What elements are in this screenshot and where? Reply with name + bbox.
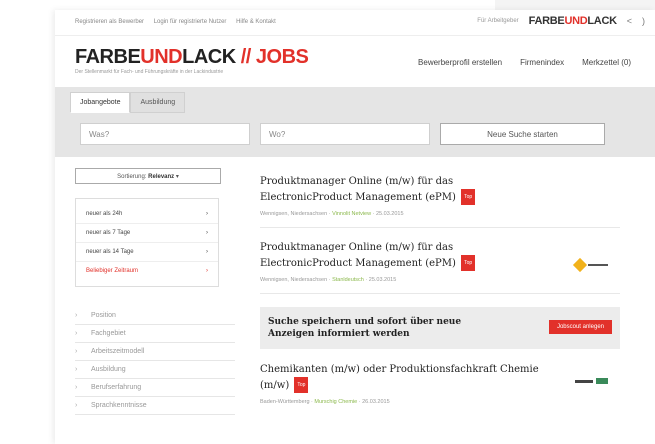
job-title[interactable]: Produktmanager Online (m/w) für das Elec… (260, 175, 510, 205)
tab-jobangebote[interactable]: Jobangebote (70, 92, 131, 113)
facet-berufserfahrung[interactable]: › Berufserfahrung (75, 379, 235, 397)
facet-sprachkenntnisse[interactable]: › Sprachkenntnisse (75, 397, 235, 415)
chevron-right-icon: › (75, 366, 78, 373)
chevron-right-icon: › (75, 312, 78, 319)
top-badge: Top (461, 189, 476, 205)
job-listing[interactable]: Produktmanager Online (m/w) für das Elec… (260, 241, 620, 294)
save-search-text: Suche speichern und sofort über neue Anz… (268, 317, 462, 339)
employers-link[interactable]: Für Arbeitgeber (477, 18, 518, 24)
nav-company-index[interactable]: Firmenindex (520, 58, 564, 67)
top-badge: Top (461, 255, 476, 271)
facet-position[interactable]: › Position (75, 307, 235, 325)
site-logo[interactable]: FARBEUNDLACK // JOBS (75, 46, 309, 69)
save-search-banner: Suche speichern und sofort über neue Anz… (260, 307, 620, 349)
sort-dropdown[interactable]: Sortierung: Relevanz ▾ (75, 168, 221, 184)
chevron-right-icon: › (75, 348, 78, 355)
company-logo (567, 373, 615, 389)
filter-24h[interactable]: neuer als 24h › (76, 205, 218, 224)
where-input[interactable]: Wo? (260, 123, 430, 145)
chevron-right-icon: › (206, 230, 208, 236)
top-links: Registrieren als Bewerber Login für regi… (75, 19, 284, 25)
top-right: Für Arbeitgeber FARBEUNDLACK < ) (477, 15, 645, 27)
search-band: Jobangebote Ausbildung Was? Wo? Neue Suc… (55, 87, 655, 157)
company-logo (567, 257, 615, 273)
search-tabs: Jobangebote Ausbildung (70, 92, 186, 113)
job-title[interactable]: Produktmanager Online (m/w) für das Elec… (260, 241, 510, 271)
chevron-down-icon: ▾ (175, 174, 179, 180)
results-list: Produktmanager Online (m/w) für das Elec… (260, 175, 620, 428)
sidebar: Sortierung: Relevanz ▾ neuer als 24h › ne… (75, 168, 235, 415)
job-listing[interactable]: Chemikanten (m/w) oder Produktionsfachkr… (260, 363, 620, 415)
login-link[interactable]: Login für registrierte Nutzer (154, 19, 227, 25)
tab-ausbildung[interactable]: Ausbildung (130, 92, 186, 113)
site-tagline: Der Stellenmarkt für Fach- und Führungsk… (75, 69, 224, 75)
top-bar: Registrieren als Bewerber Login für regi… (55, 10, 655, 36)
facet-ausbildung[interactable]: › Ausbildung (75, 361, 235, 379)
facet-arbeitszeitmodell[interactable]: › Arbeitszeitmodell (75, 343, 235, 361)
chevron-right-icon: › (75, 402, 78, 409)
rss-icon[interactable]: ) (642, 16, 645, 26)
job-title[interactable]: Chemikanten (m/w) oder Produktionsfachkr… (260, 363, 550, 393)
page-frame: Registrieren als Bewerber Login für regi… (55, 10, 655, 444)
filter-any-time[interactable]: Beliebiger Zeitraum › (76, 262, 218, 280)
job-meta: Wennigsen, Niedersachsen · Vinnolit Netv… (260, 211, 404, 217)
nav-watchlist[interactable]: Merkzettel (0) (582, 58, 631, 67)
jobscout-button[interactable]: Jobscout anlegen (548, 320, 612, 334)
facet-fachgebiet[interactable]: › Fachgebiet (75, 325, 235, 343)
chevron-right-icon: › (206, 211, 208, 217)
job-meta: Baden-Württemberg · Murschig Chemie · 26… (260, 399, 390, 405)
filter-7-days[interactable]: neuer als 7 Tage › (76, 224, 218, 243)
chevron-right-icon: › (206, 249, 208, 255)
mini-logo[interactable]: FARBEUNDLACK (529, 15, 617, 27)
what-input[interactable]: Was? (80, 123, 250, 145)
chevron-right-icon: › (206, 268, 208, 274)
help-link[interactable]: Hilfe & Kontakt (236, 19, 276, 25)
top-badge: Top (294, 377, 309, 393)
main-nav: Bewerberprofil erstellen Firmenindex Mer… (418, 58, 631, 67)
job-listing[interactable]: Produktmanager Online (m/w) für das Elec… (260, 175, 620, 228)
share-icon[interactable]: < (627, 16, 632, 26)
nav-create-profile[interactable]: Bewerberprofil erstellen (418, 58, 502, 67)
filter-14-days[interactable]: neuer als 14 Tage › (76, 243, 218, 262)
chevron-right-icon: › (75, 384, 78, 391)
date-filter-box: neuer als 24h › neuer als 7 Tage › neuer a… (75, 198, 219, 287)
job-meta: Wennigsen, Niedersachsen · Stanldeutsch … (260, 277, 397, 283)
register-link[interactable]: Registrieren als Bewerber (75, 19, 144, 25)
diamond-logo-icon (572, 257, 587, 273)
header: FARBEUNDLACK // JOBS Der Stellenmarkt fü… (55, 36, 655, 84)
chevron-right-icon: › (75, 330, 78, 337)
search-submit-button[interactable]: Neue Suche starten (440, 123, 605, 145)
